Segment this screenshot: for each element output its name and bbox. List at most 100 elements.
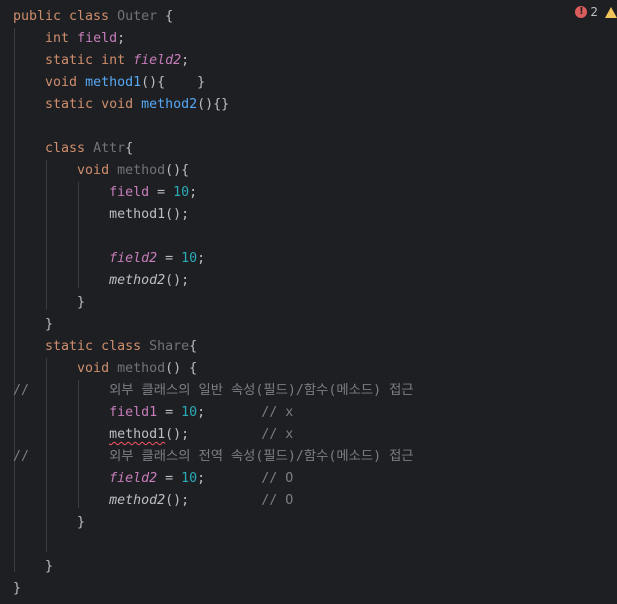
code-line[interactable]: int field; xyxy=(13,28,125,50)
code-line[interactable]: // 외부 클래스의 일반 속성(필드)/함수(메소드) 접근 xyxy=(13,380,414,402)
code-token: ; xyxy=(117,31,126,46)
code-token: method1 xyxy=(85,75,142,90)
code-token: public class xyxy=(13,9,118,24)
code-token: class xyxy=(45,141,94,156)
code-line[interactable]: method2(); xyxy=(13,270,189,292)
code-token: field xyxy=(109,185,150,200)
code-token: void xyxy=(45,75,86,90)
code-token: 10 xyxy=(181,471,198,486)
code-token: (){ xyxy=(165,163,190,178)
code-token: method1(); xyxy=(13,207,190,222)
code-line[interactable]: } xyxy=(13,314,53,336)
code-token: method xyxy=(117,163,166,178)
code-line[interactable]: void method1(){ } xyxy=(13,72,205,94)
warning-icon xyxy=(605,6,617,18)
code-token: static int xyxy=(45,53,134,68)
code-editor[interactable]: public class Outer { int field; static i… xyxy=(0,0,617,604)
code-token: { xyxy=(125,141,134,156)
code-token: (){ } xyxy=(141,75,206,90)
code-line[interactable]: public class Outer { xyxy=(13,6,173,28)
code-token: (); xyxy=(165,273,190,288)
code-token: ; xyxy=(189,185,198,200)
code-line[interactable]: static class Share{ xyxy=(13,336,197,358)
code-token: { xyxy=(157,9,174,24)
code-token-error: method1 xyxy=(109,427,166,442)
code-token: method2 xyxy=(109,273,166,288)
code-line[interactable]: field2 = 10; // O xyxy=(13,468,293,490)
code-line[interactable]: } xyxy=(13,512,85,534)
code-token: ; xyxy=(181,53,190,68)
code-token: field2 xyxy=(133,53,182,68)
code-token: = xyxy=(149,185,174,200)
code-token: (){} xyxy=(197,97,230,112)
code-line[interactable]: void method(){ xyxy=(13,160,189,182)
code-line[interactable]: static void method2(){} xyxy=(13,94,229,116)
code-token: ; xyxy=(197,471,262,486)
code-line[interactable]: static int field2; xyxy=(13,50,189,72)
code-token: { xyxy=(189,339,198,354)
code-token: = xyxy=(157,471,182,486)
code-token: method2 xyxy=(141,97,198,112)
code-token: method xyxy=(117,361,166,376)
code-comment: // 외부 클래스의 일반 속성(필드)/함수(메소드) 접근 xyxy=(13,383,414,398)
code-token: (); xyxy=(165,493,262,508)
code-comment: // 외부 클래스의 전역 속성(필드)/함수(메소드) 접근 xyxy=(13,449,414,464)
code-token: } xyxy=(13,559,54,574)
error-count: 2 xyxy=(590,5,598,19)
code-token: (); xyxy=(165,427,262,442)
code-token: () { xyxy=(165,361,198,376)
code-token: field2 xyxy=(109,251,158,266)
code-line[interactable]: } xyxy=(13,292,85,314)
code-token: = xyxy=(157,405,182,420)
code-token: } xyxy=(13,295,86,310)
code-token: Share xyxy=(149,339,190,354)
code-token: field xyxy=(77,31,118,46)
code-line[interactable]: void method() { xyxy=(13,358,197,380)
code-token: } xyxy=(13,317,54,332)
error-icon: ! xyxy=(575,6,588,18)
code-line[interactable]: // 외부 클래스의 전역 속성(필드)/함수(메소드) 접근 xyxy=(13,446,414,468)
code-comment: // O xyxy=(261,471,294,486)
code-token: static class xyxy=(45,339,150,354)
code-token: 10 xyxy=(173,185,190,200)
code-token: 10 xyxy=(181,251,198,266)
code-token: void xyxy=(77,163,118,178)
code-token: ; xyxy=(197,405,262,420)
code-token: method2 xyxy=(109,493,166,508)
code-token: field1 xyxy=(109,405,158,420)
code-line[interactable]: method1(); // x xyxy=(13,424,293,446)
code-comment: // x xyxy=(261,427,294,442)
code-line[interactable]: field1 = 10; // x xyxy=(13,402,293,424)
code-token: static void xyxy=(45,97,142,112)
code-token: ; xyxy=(197,251,206,266)
code-line[interactable]: method2(); // O xyxy=(13,490,293,512)
code-line[interactable]: method1(); xyxy=(13,204,189,226)
code-token: void xyxy=(77,361,118,376)
code-line[interactable]: field2 = 10; xyxy=(13,248,205,270)
inspection-widget[interactable]: ! 2 xyxy=(575,4,617,20)
code-token: Outer xyxy=(117,9,158,24)
code-token: field2 xyxy=(109,471,158,486)
code-line[interactable]: } xyxy=(13,578,21,600)
code-line[interactable]: class Attr{ xyxy=(13,138,133,160)
code-comment: // x xyxy=(261,405,294,420)
code-token: int xyxy=(45,31,78,46)
code-line[interactable]: } xyxy=(13,556,53,578)
code-line[interactable]: field = 10; xyxy=(13,182,197,204)
code-token: = xyxy=(157,251,182,266)
code-comment: // O xyxy=(261,493,294,508)
